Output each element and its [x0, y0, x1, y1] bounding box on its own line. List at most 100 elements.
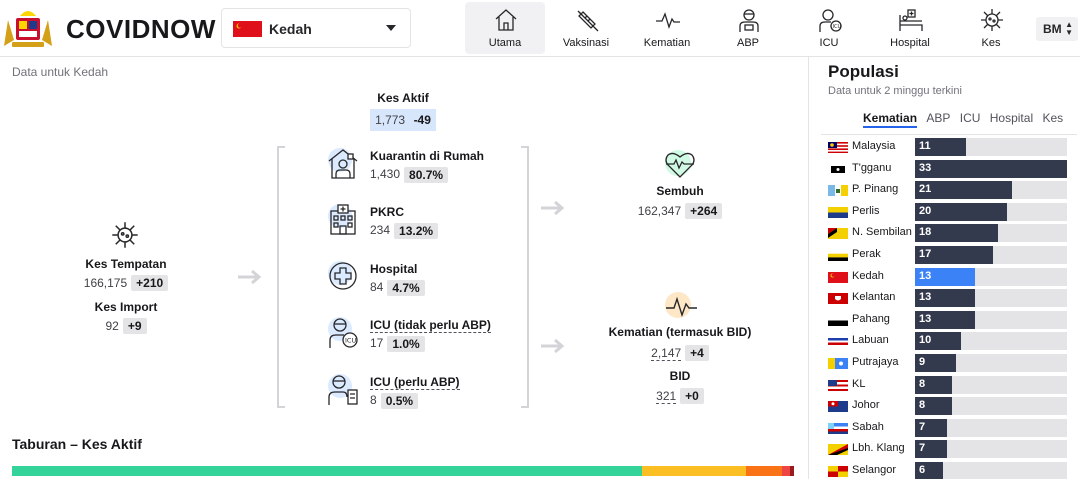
ranking-bar: 20 — [915, 202, 1008, 221]
ranking-row[interactable]: Selangor 6 — [828, 462, 1068, 479]
ranking-title: Populasi — [828, 62, 899, 81]
active-cases-box: Kes Aktif 1,773 -49 — [340, 91, 466, 131]
ranking-bar-track: 7 — [915, 418, 1067, 437]
nav-label: Hospital — [890, 37, 930, 49]
ranking-bar-track: 11 — [915, 138, 1067, 156]
ranking-bar-value: 8 — [919, 399, 926, 412]
ranking-bar: 11 — [915, 138, 966, 156]
ranking-row-name: Kedah — [852, 269, 884, 282]
ranking-row-name: N. Sembilan — [852, 226, 912, 239]
top-navbar: COVIDNOW Kedah Utama Vaksinasi Kematian … — [0, 0, 1080, 57]
hospital-cross-icon — [328, 261, 357, 290]
ranking-row-name: Perlis — [852, 204, 880, 217]
ranking-row[interactable]: P. Pinang 21 — [828, 181, 1068, 200]
nav-icu[interactable]: ICU ICU — [789, 2, 869, 54]
ranking-bar-track: 21 — [915, 181, 1067, 200]
ranking-row[interactable]: KL 8 — [828, 375, 1068, 394]
recovered-delta: +264 — [685, 203, 723, 219]
nav-kematian[interactable]: Kematian — [627, 2, 707, 54]
bid-value: 321 — [656, 389, 677, 404]
nav-label: Utama — [488, 37, 522, 49]
local-cases-label: Kes Tempatan — [85, 257, 167, 271]
ranking-row[interactable]: Putrajaya 9 — [828, 354, 1068, 372]
state-dropdown-value: Kedah — [269, 21, 312, 37]
ranking-row[interactable]: Sabah 7 — [828, 418, 1068, 437]
putrajaya-flag-icon — [828, 358, 848, 369]
recovered-value: 162,347 — [637, 204, 682, 218]
breakdown-value: 1,430 — [370, 167, 401, 182]
ranking-row[interactable]: Malaysia 11 — [828, 138, 1068, 156]
tab-abp[interactable]: ABP — [926, 111, 950, 126]
ranking-row-name: P. Pinang — [852, 183, 899, 196]
ranking-bar-track: 20 — [915, 202, 1067, 221]
nav-utama[interactable]: Utama — [465, 2, 545, 54]
distribution-bar[interactable] — [12, 466, 795, 476]
ranking-bar: 13 — [915, 289, 975, 308]
virus-icon — [981, 9, 1003, 31]
breakdown-label: PKRC — [370, 205, 405, 219]
kedah-flag-icon — [828, 271, 848, 283]
state-dropdown[interactable]: Kedah — [221, 8, 411, 48]
breakdown-pct: 13.2% — [394, 223, 439, 239]
ranking-row[interactable]: Johor 8 — [828, 397, 1068, 416]
ranking-bar: 8 — [915, 397, 952, 416]
nav-vaksinasi[interactable]: Vaksinasi — [546, 2, 626, 54]
deaths-delta: +4 — [685, 345, 709, 361]
recovered-box: Sembuh 162,347 +264 — [620, 184, 740, 219]
tab-icu[interactable]: ICU — [960, 111, 981, 126]
pkrc-building-icon — [328, 204, 356, 235]
ranking-bar-value: 7 — [919, 420, 926, 433]
distribution-segment[interactable] — [642, 466, 746, 476]
ranking-bar-track: 9 — [915, 354, 1067, 372]
labuan-flag-icon — [828, 336, 848, 348]
language-select[interactable]: BM ▲ ▼ — [1036, 17, 1078, 41]
ranking-row[interactable]: Lbh. Klang 7 — [828, 440, 1068, 459]
distribution-segment[interactable] — [745, 466, 783, 476]
ranking-row[interactable]: Kedah 13 — [828, 267, 1068, 286]
import-cases-box: Kes Import 92 +9 — [66, 300, 186, 334]
ranking-row-name: Pahang — [852, 312, 890, 325]
malaysia-coat-of-arms-icon[interactable] — [2, 6, 54, 50]
perlis-flag-icon — [828, 206, 848, 218]
ranking-subtitle: Data untuk 2 minggu terkini — [828, 85, 962, 97]
brand-title[interactable]: COVIDNOW — [66, 14, 216, 45]
ranking-bar-track: 18 — [915, 224, 1067, 243]
ranking-bar-value: 21 — [919, 183, 932, 196]
ranking-bar-track: 17 — [915, 246, 1067, 264]
ranking-bar: 7 — [915, 440, 948, 459]
ranking-bar: 6 — [915, 462, 943, 479]
tab-kematian[interactable]: Kematian — [863, 111, 918, 128]
distribution-segment[interactable] — [12, 466, 643, 476]
tab-hospital[interactable]: Hospital — [990, 111, 1033, 126]
nav-label: ABP — [736, 37, 759, 49]
breakdown-label: ICU (perlu ABP) — [370, 375, 460, 390]
bid-delta: +0 — [680, 388, 704, 404]
nav-abp[interactable]: ABP — [708, 2, 788, 54]
ppe-icon — [739, 9, 759, 32]
tab-kes[interactable]: Kes — [1042, 111, 1063, 126]
active-cases-values: 1,773 -49 — [370, 109, 436, 131]
breakdown-item-hospital: Hospital 84 4.7% — [322, 259, 542, 309]
ranking-row[interactable]: Perak 17 — [828, 246, 1068, 264]
ranking-row[interactable]: N. Sembilan 18 — [828, 224, 1068, 243]
nav-kes[interactable]: Kes — [951, 2, 1031, 54]
ranking-bar-track: 33 — [915, 159, 1067, 178]
distribution-segment[interactable] — [790, 466, 795, 476]
ranking-row[interactable]: Labuan 10 — [828, 332, 1068, 351]
nav-hospital[interactable]: Hospital — [870, 2, 950, 54]
breakdown-label: ICU (tidak perlu ABP) — [370, 318, 491, 333]
ranking-bar-track: 10 — [915, 332, 1067, 351]
ranking-row[interactable]: T'gganu 33 — [828, 159, 1068, 178]
deaths-label: Kematian (termasuk BID) — [608, 325, 752, 339]
distribution-segment[interactable] — [782, 466, 791, 476]
breakdown-values: 8 0.5% — [370, 393, 419, 409]
ranking-bar: 9 — [915, 354, 957, 372]
breakdown-item-icu-no-abp: ICU ICU (tidak perlu ABP) 17 1.0% — [322, 315, 542, 365]
breakdown-values: 1,430 80.7% — [370, 167, 449, 183]
ranking-panel: Populasi Data untuk 2 minggu terkini Kem… — [808, 57, 1080, 479]
breakdown-item-icu-abp: ICU (perlu ABP) 8 0.5% — [322, 372, 542, 422]
ranking-row[interactable]: Pahang 13 — [828, 310, 1068, 329]
ranking-row[interactable]: Kelantan 13 — [828, 289, 1068, 308]
chevron-down-icon — [386, 25, 396, 31]
ranking-row[interactable]: Perlis 20 — [828, 202, 1068, 221]
